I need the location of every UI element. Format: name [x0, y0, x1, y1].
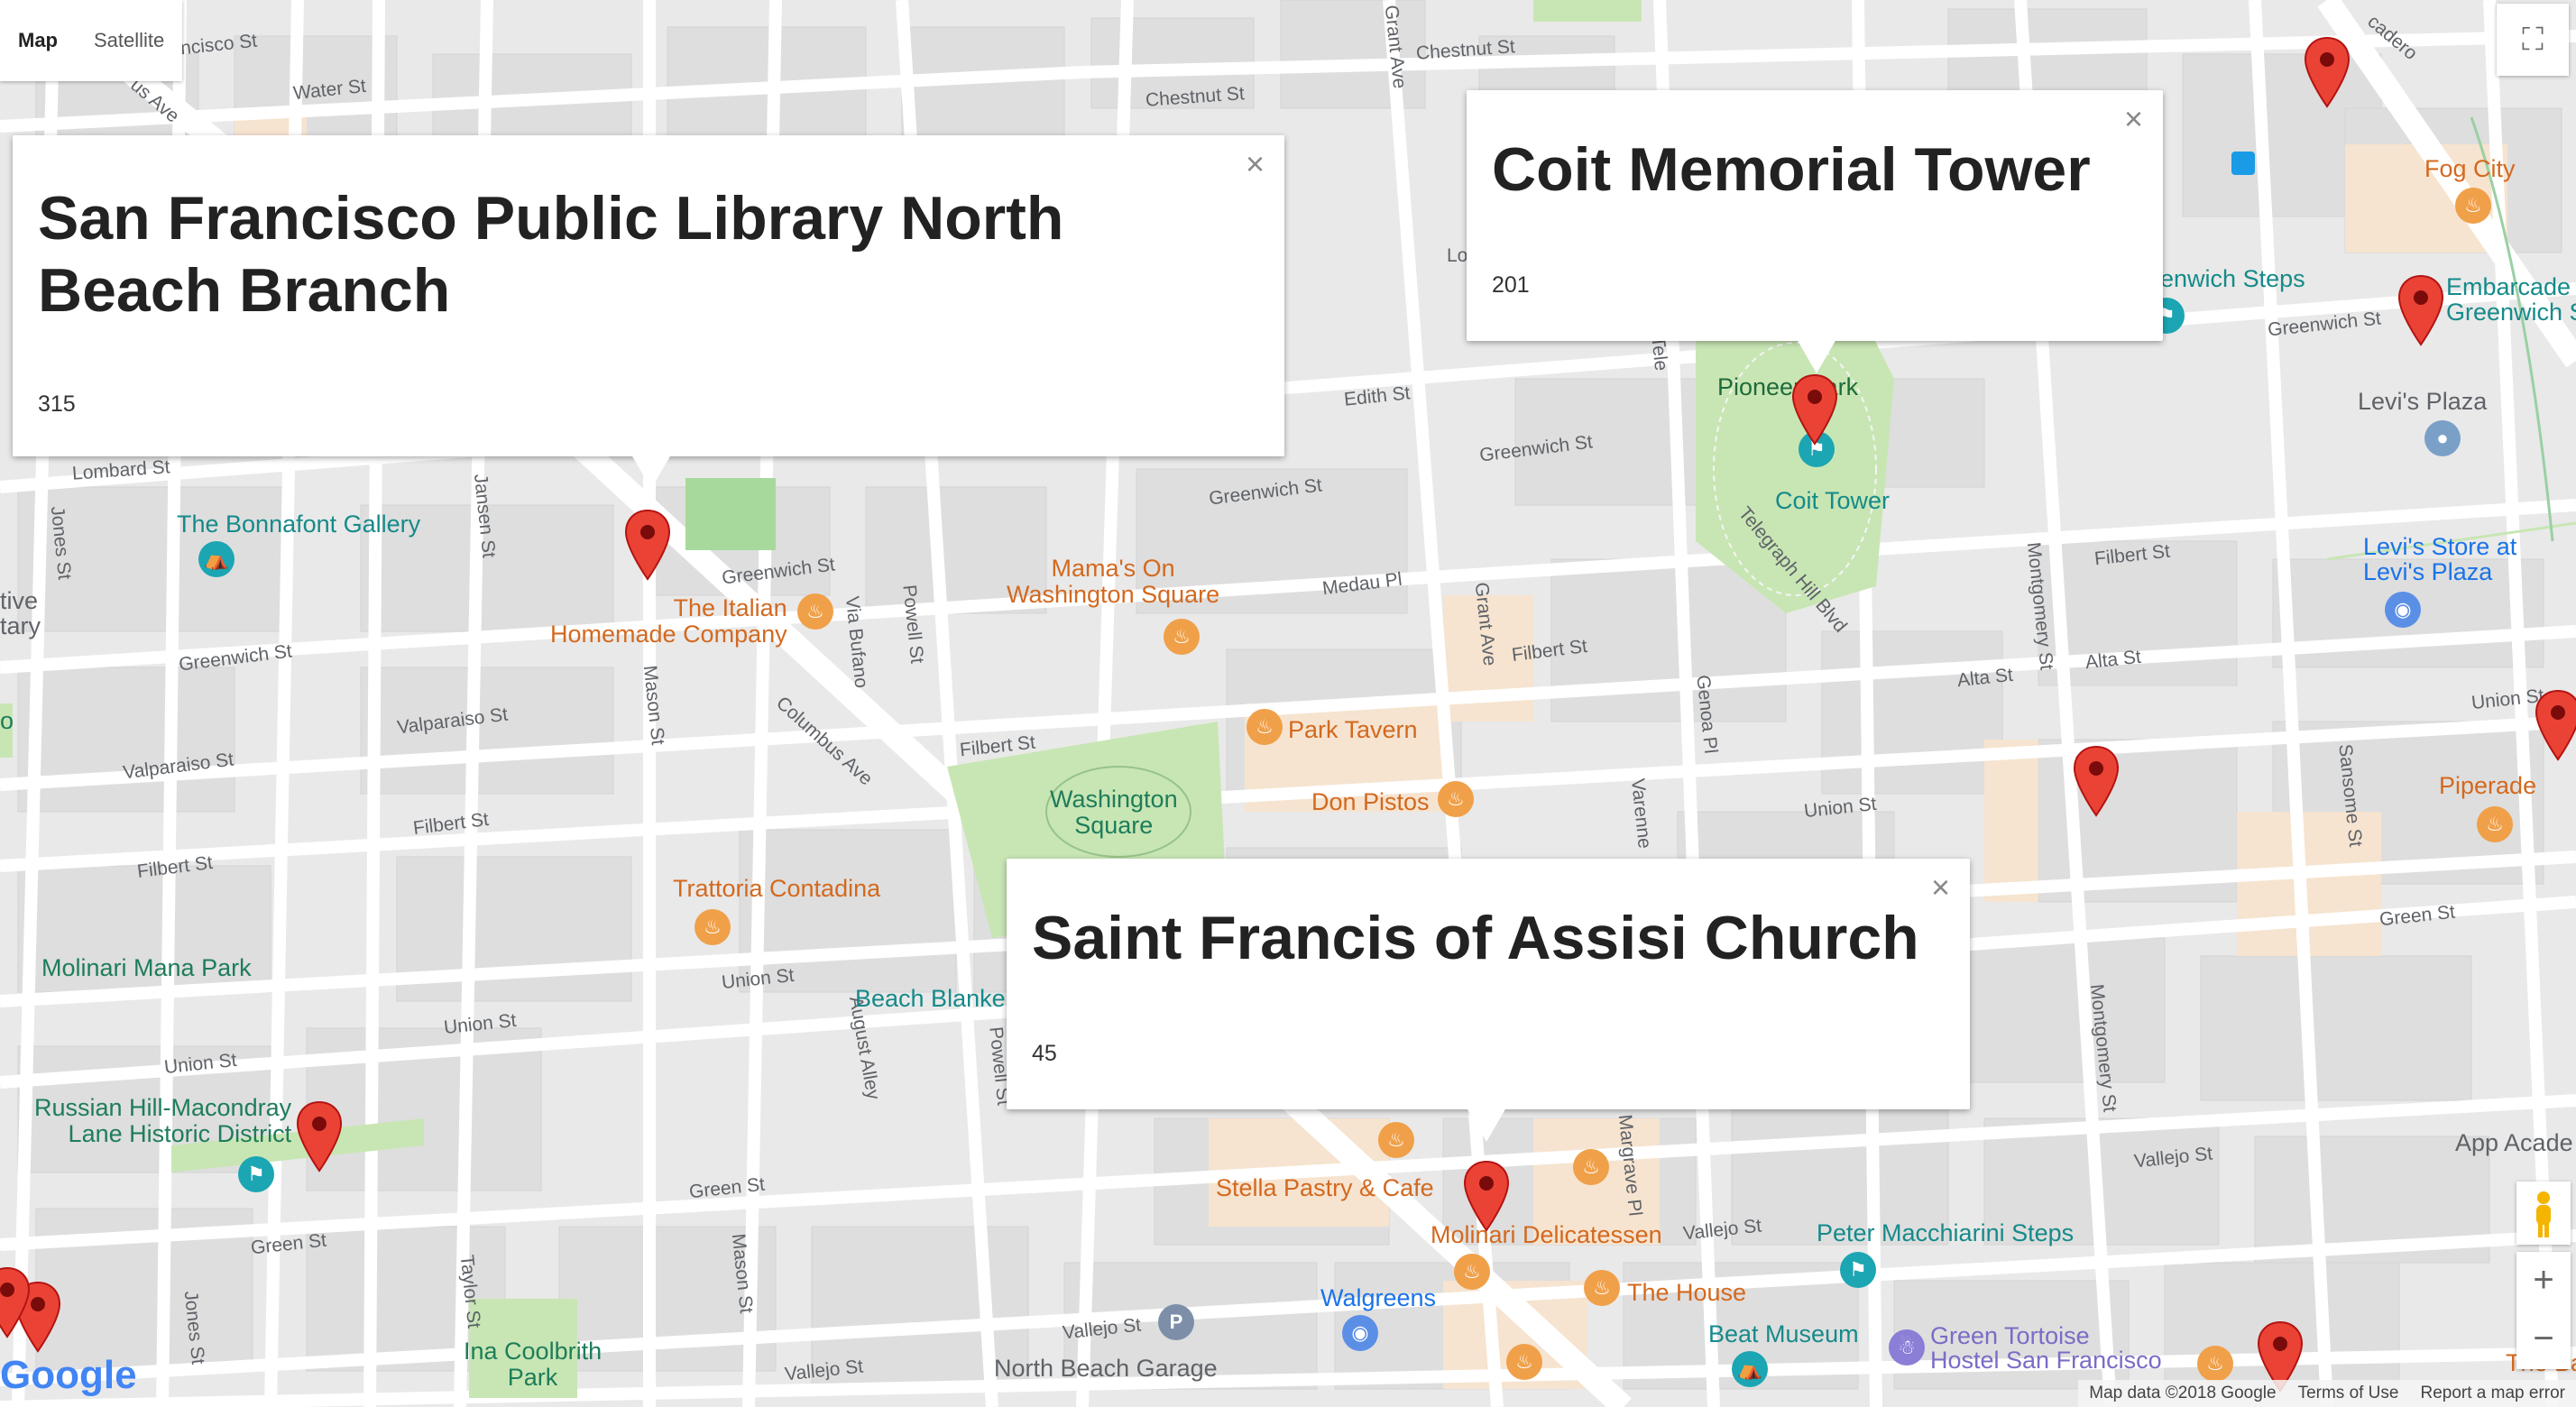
zoom-control[interactable]: + −	[2516, 1252, 2571, 1369]
restaurant-icon[interactable]: ♨	[1378, 1122, 1414, 1158]
poi-label[interactable]: The House	[1627, 1279, 1746, 1307]
google-logo-mark: Google	[0, 1353, 137, 1397]
info-window-count: 315	[38, 391, 76, 417]
fullscreen-icon: ⛶	[2522, 22, 2544, 57]
hotel-icon[interactable]: ☃	[1889, 1329, 1925, 1366]
zoom-out-button[interactable]: −	[2516, 1310, 2571, 1369]
restaurant-icon[interactable]: ♨	[1584, 1270, 1620, 1306]
poi-label[interactable]: The Bonnafont Gallery	[177, 510, 420, 538]
restaurant-icon[interactable]: ♨	[2197, 1346, 2233, 1382]
report-error-link[interactable]: Report a map error	[2409, 1380, 2576, 1407]
landmark-icon[interactable]: ⚑	[238, 1156, 274, 1192]
map-type-satellite-button[interactable]: Satellite	[76, 0, 182, 81]
map-footer: Map data ©2018 Google Terms of Use Repor…	[2078, 1380, 2576, 1407]
street-view-pegman[interactable]	[2516, 1182, 2571, 1245]
marker-pin[interactable]	[296, 1100, 343, 1172]
info-window-church[interactable]: Saint Francis of Assisi Church 45 ×	[1007, 859, 1970, 1142]
poi-label[interactable]: tive tary	[0, 588, 41, 639]
poi-label[interactable]: Beach Blanke	[855, 985, 1006, 1013]
poi-label[interactable]: Stella Pastry & Cafe	[1216, 1174, 1434, 1202]
info-window-tail	[631, 455, 671, 489]
marker-pin[interactable]	[2535, 689, 2576, 761]
marker-pin-church[interactable]	[1463, 1160, 1510, 1232]
poi-label[interactable]: Embarcade Greenwich S	[2446, 274, 2576, 325]
restaurant-icon[interactable]: ♨	[1506, 1344, 1542, 1380]
poi-label[interactable]: Peter Macchiarini Steps	[1817, 1219, 2074, 1247]
poi-label[interactable]: Washington Square	[1050, 786, 1178, 839]
parking-icon[interactable]: P	[1158, 1304, 1194, 1340]
poi-label[interactable]: Don Pistos	[1311, 788, 1430, 816]
info-window-count: 45	[1032, 1041, 1057, 1066]
poi-label[interactable]: Mama's On Washington Square	[1007, 556, 1219, 608]
close-icon[interactable]: ×	[2124, 103, 2143, 135]
close-icon[interactable]: ×	[1931, 871, 1950, 904]
poi-label[interactable]: o	[0, 707, 14, 735]
poi-label[interactable]: Park Tavern	[1288, 716, 1418, 744]
marker-pin-library[interactable]	[624, 509, 671, 581]
restaurant-icon[interactable]: ♨	[1164, 619, 1200, 655]
shopping-icon[interactable]: ◉	[1342, 1315, 1378, 1351]
info-window-library[interactable]: San Francisco Public Library North Beach…	[13, 135, 1284, 489]
museum-icon[interactable]: ⛺	[198, 541, 235, 577]
marker-pin-coit[interactable]	[1791, 373, 1838, 446]
street-label: Lo	[1447, 245, 1468, 266]
pegman-icon	[2536, 1191, 2551, 1237]
map-type-map-button[interactable]: Map	[0, 0, 76, 81]
poi-label[interactable]: The Italian Homemade Company	[550, 595, 787, 648]
info-window-tail	[1467, 1108, 1506, 1142]
poi-label[interactable]: Fog City	[2424, 155, 2516, 183]
info-window-count: 201	[1492, 272, 1530, 298]
info-window-title: San Francisco Public Library North Beach…	[38, 184, 1064, 325]
transit-icon[interactable]	[2231, 152, 2255, 175]
poi-label[interactable]: Levi's Store at Levi's Plaza	[2363, 534, 2516, 584]
restaurant-icon[interactable]: ♨	[2477, 806, 2513, 842]
poi-label[interactable]: Molinari Mana Park	[41, 954, 252, 982]
info-window-tail	[1797, 339, 1836, 373]
marker-pin[interactable]	[0, 1266, 31, 1338]
museum-icon[interactable]: ⛺	[1732, 1351, 1768, 1387]
info-window-coit[interactable]: Coit Memorial Tower 201 ×	[1467, 90, 2163, 373]
map-type-control[interactable]: Map Satellite	[0, 0, 183, 81]
poi-label[interactable]: Levi's Plaza	[2358, 388, 2487, 416]
restaurant-icon[interactable]: ♨	[797, 593, 833, 630]
poi-label[interactable]: App Acade	[2455, 1129, 2573, 1157]
poi-label[interactable]: Walgreens	[1320, 1284, 1436, 1312]
close-icon[interactable]: ×	[1246, 148, 1265, 180]
restaurant-icon[interactable]: ♨	[1573, 1149, 1609, 1185]
marker-pin[interactable]	[2397, 274, 2444, 346]
restaurant-icon[interactable]: ♨	[1438, 781, 1474, 817]
terms-link[interactable]: Terms of Use	[2287, 1380, 2410, 1407]
landmark-icon[interactable]: ⚑	[1840, 1252, 1876, 1288]
zoom-in-button[interactable]: +	[2516, 1252, 2571, 1310]
restaurant-icon[interactable]: ♨	[1247, 709, 1283, 745]
shopping-icon[interactable]: ◉	[2385, 592, 2421, 628]
restaurant-icon[interactable]: ♨	[695, 909, 731, 945]
poi-label[interactable]: Beat Museum	[1708, 1320, 1859, 1348]
fullscreen-button[interactable]: ⛶	[2497, 4, 2569, 76]
info-window-title: Saint Francis of Assisi Church	[1032, 904, 1919, 972]
marker-pin[interactable]	[2073, 745, 2120, 817]
poi-label[interactable]: Russian Hill-Macondray Lane Historic Dis…	[34, 1095, 291, 1147]
poi-label[interactable]: Piperade	[2439, 772, 2536, 800]
restaurant-icon[interactable]: ♨	[2455, 188, 2491, 224]
poi-label[interactable]: Green Tortoise Hostel San Francisco	[1930, 1324, 2162, 1373]
marker-pin[interactable]	[2304, 36, 2351, 108]
info-window-title: Coit Memorial Tower	[1492, 135, 2091, 204]
place-icon[interactable]: ●	[2424, 420, 2461, 456]
restaurant-icon[interactable]: ♨	[1454, 1254, 1490, 1290]
poi-label[interactable]: Ina Coolbrith Park	[464, 1338, 602, 1391]
poi-label[interactable]: eenwich Steps	[2147, 265, 2305, 293]
google-logo: Google	[0, 1353, 137, 1398]
poi-label[interactable]: North Beach Garage	[994, 1355, 1218, 1383]
poi-label[interactable]: Coit Tower	[1775, 487, 1890, 515]
poi-label[interactable]: Trattoria Contadina	[673, 875, 880, 903]
map-data-attribution: Map data ©2018 Google	[2089, 1384, 2277, 1402]
